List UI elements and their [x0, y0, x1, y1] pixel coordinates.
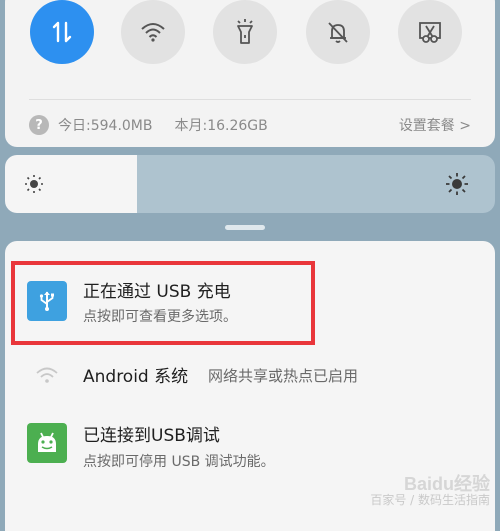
- wifi-icon: [141, 23, 165, 42]
- wifi-toggle[interactable]: [121, 0, 185, 64]
- qs-divider: [29, 99, 471, 100]
- watermark-logo: Baidu经验: [403, 474, 490, 494]
- notification-text: 网络共享或热点已启用: [208, 367, 359, 385]
- brightness-high-icon: [446, 173, 468, 195]
- watermark-caption: 百家号 / 数码生活指南: [370, 493, 490, 507]
- brightness-low-icon: [25, 175, 43, 193]
- highlight-annotation: [11, 261, 315, 345]
- notification-android-system[interactable]: Android 系统 网络共享或热点已启用: [5, 353, 495, 399]
- scissors-icon: [419, 22, 441, 43]
- hotspot-icon: [36, 367, 58, 383]
- quick-settings-panel: ? 今日:594.0MB 本月:16.26GB 设置套餐 >: [5, 0, 495, 147]
- drawer-handle[interactable]: [225, 225, 265, 230]
- data-month: 本月:16.26GB: [174, 118, 268, 134]
- mute-toggle[interactable]: [306, 0, 370, 64]
- bell-off-icon: [328, 22, 348, 43]
- help-icon[interactable]: ?: [29, 115, 49, 135]
- brightness-track[interactable]: [137, 155, 495, 213]
- set-plan-link[interactable]: 设置套餐 >: [399, 115, 471, 135]
- flashlight-icon: [237, 19, 253, 44]
- data-today: 今日:594.0MB: [58, 118, 153, 134]
- screenshot-toggle[interactable]: [398, 0, 462, 64]
- notification-title: 已连接到USB调试: [83, 426, 220, 446]
- data-toggle[interactable]: [30, 0, 94, 64]
- notification-usb-debugging[interactable]: 已连接到USB调试 点按即可停用 USB 调试功能。: [5, 413, 495, 483]
- brightness-slider[interactable]: [5, 155, 495, 213]
- watermark: Baidu经验 百家号 / 数码生活指南: [370, 474, 490, 508]
- flashlight-toggle[interactable]: [213, 0, 277, 64]
- android-debug-icon: [27, 423, 67, 463]
- data-usage-row: ? 今日:594.0MB 本月:16.26GB 设置套餐 >: [29, 113, 471, 137]
- notification-title: Android 系统: [83, 367, 189, 387]
- data-arrows-icon: [52, 21, 72, 43]
- notification-text: 点按即可停用 USB 调试功能。: [83, 454, 275, 470]
